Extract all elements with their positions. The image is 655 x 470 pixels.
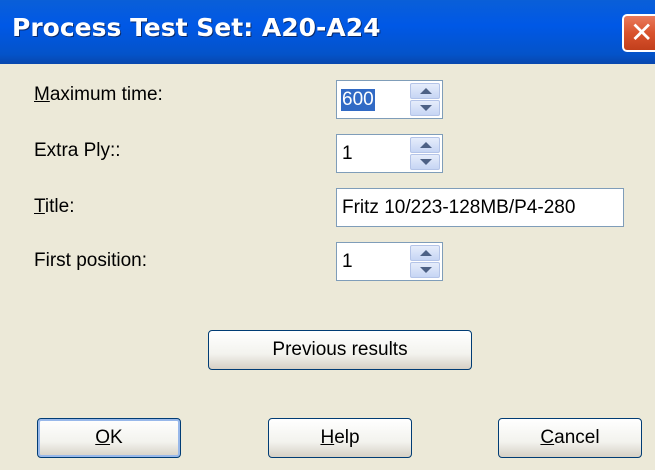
- max-time-label-text: aximum time:: [49, 84, 163, 105]
- cancel-button[interactable]: Cancel: [498, 418, 642, 458]
- first-position-decrement-button[interactable]: [410, 262, 440, 278]
- extra-ply-decrement-button[interactable]: [410, 154, 440, 170]
- title-input-value[interactable]: Fritz 10/223-128MB/P4-280: [342, 197, 575, 219]
- chevron-up-icon: [420, 88, 432, 94]
- max-time-label-accel: M: [34, 84, 50, 105]
- extra-ply-spin-buttons: [410, 137, 440, 170]
- close-icon: ✕: [630, 16, 654, 49]
- max-time-spin-buttons: [410, 83, 440, 116]
- first-position-increment-button[interactable]: [410, 245, 440, 261]
- previous-results-button[interactable]: Previous results: [208, 330, 472, 370]
- max-time-decrement-button[interactable]: [410, 100, 440, 116]
- dialog-title: Process Test Set: A20-A24: [12, 13, 381, 42]
- extra-ply-label: Extra Ply::: [34, 140, 121, 161]
- chevron-up-icon: [420, 250, 432, 256]
- ok-button[interactable]: OK: [37, 418, 181, 458]
- cancel-button-accel: C: [540, 427, 555, 448]
- title-label-accel: T: [34, 196, 45, 217]
- max-time-label: Maximum time:: [34, 84, 163, 106]
- chevron-down-icon: [420, 105, 432, 111]
- close-button[interactable]: ✕: [622, 14, 655, 52]
- extra-ply-spinner[interactable]: 1: [336, 134, 443, 173]
- first-position-spinner[interactable]: 1: [336, 242, 443, 281]
- ok-button-accel: O: [95, 427, 111, 448]
- first-position-spin-buttons: [410, 245, 440, 278]
- title-input[interactable]: Fritz 10/223-128MB/P4-280: [336, 188, 624, 227]
- first-position-value[interactable]: 1: [342, 251, 353, 273]
- chevron-down-icon: [420, 267, 432, 273]
- max-time-spinner[interactable]: 600: [336, 80, 443, 119]
- cancel-button-label: ancel: [554, 427, 600, 448]
- ok-button-label: K: [110, 427, 123, 448]
- max-time-increment-button[interactable]: [410, 83, 440, 99]
- max-time-value[interactable]: 600: [341, 89, 375, 111]
- extra-ply-increment-button[interactable]: [410, 137, 440, 153]
- first-position-label: First position:: [34, 250, 147, 271]
- chevron-down-icon: [420, 159, 432, 165]
- chevron-up-icon: [420, 142, 432, 148]
- title-bar[interactable]: Process Test Set: A20-A24 ✕: [0, 0, 655, 64]
- extra-ply-value[interactable]: 1: [342, 143, 353, 165]
- help-button-label: elp: [334, 427, 360, 448]
- title-label-text: itle:: [44, 196, 75, 217]
- title-label: Title:: [34, 196, 74, 218]
- help-button[interactable]: Help: [268, 418, 412, 458]
- help-button-accel: H: [320, 427, 335, 448]
